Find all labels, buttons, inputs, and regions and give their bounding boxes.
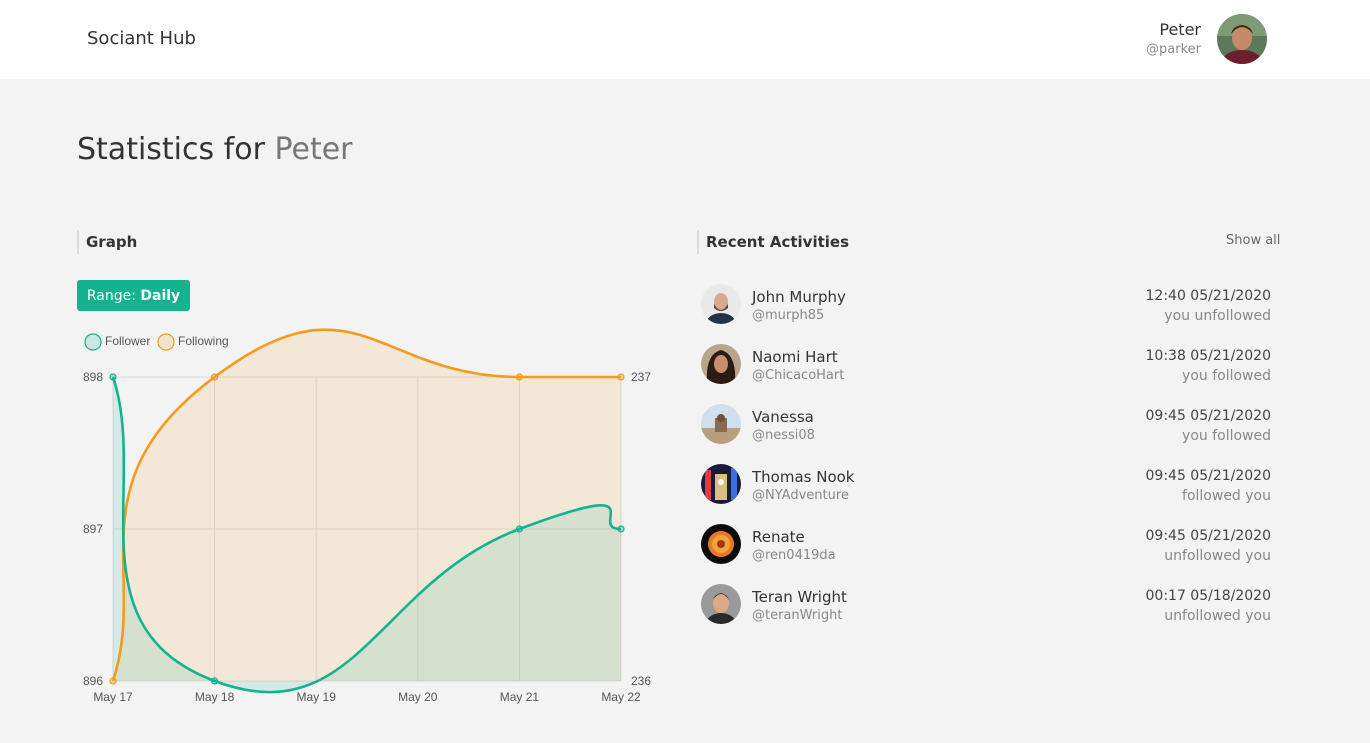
activity-handle: @nessi08 [752, 428, 815, 443]
x-tick-label: May 21 [500, 690, 540, 704]
user-name: Peter [1159, 20, 1201, 39]
activity-avatar [701, 404, 741, 444]
user-info[interactable]: Peter @parker [1146, 20, 1201, 60]
legend-marker [157, 333, 175, 351]
activity-time: 09:45 05/21/2020 [1145, 408, 1272, 424]
activity-time: 00:17 05/18/2020 [1145, 588, 1272, 604]
page-title-name: Peter [274, 132, 353, 167]
data-point-following [515, 373, 523, 381]
range-label: Range: [86, 287, 136, 304]
data-point-following [211, 373, 219, 381]
activity-avatar [701, 584, 741, 624]
activity-time: 10:38 05/21/2020 [1145, 348, 1272, 364]
activity-item[interactable]: Vanessa @nessi08 09:45 05/21/2020 you fo… [701, 402, 1273, 446]
y-left-tick-label: 896 [83, 674, 103, 688]
activity-action: you followed [1182, 368, 1271, 384]
graph-heading: Graph [77, 230, 137, 254]
x-tick-label: May 17 [93, 690, 133, 704]
x-tick-label: May 18 [195, 690, 235, 704]
activity-action: followed you [1182, 488, 1271, 504]
data-point-following [109, 677, 117, 685]
brand-logo[interactable]: Sociant Hub [87, 28, 196, 49]
legend-marker [84, 333, 102, 351]
activity-avatar [701, 524, 741, 564]
activity-name[interactable]: Teran Wright [752, 588, 847, 606]
statistics-chart: Follower Following 898 897 896 237 236 May 17 Ma… [83, 328, 651, 704]
activity-item[interactable]: Teran Wright @teranWright 00:17 05/18/20… [701, 582, 1273, 626]
y-left-tick-label: 898 [83, 370, 103, 384]
activity-handle: @teranWright [752, 608, 843, 623]
page-title: Statistics for Peter [77, 132, 353, 167]
x-tick-label: May 20 [398, 690, 438, 704]
show-all-link[interactable]: Show all [1226, 233, 1280, 248]
range-button[interactable]: Range: Daily [77, 280, 190, 311]
activity-name[interactable]: Naomi Hart [752, 348, 838, 366]
data-point-follower [211, 677, 219, 685]
activity-action: unfollowed you [1164, 608, 1271, 624]
data-point-follower [617, 525, 625, 533]
page-title-prefix: Statistics for [77, 132, 265, 167]
y-left-tick-label: 897 [83, 522, 103, 536]
activity-name[interactable]: John Murphy [752, 288, 846, 306]
activity-avatar [701, 284, 741, 324]
activities-heading: Recent Activities [697, 230, 849, 254]
y-right-tick-label: 236 [631, 674, 651, 688]
activity-name[interactable]: Renate [752, 528, 805, 546]
activity-name[interactable]: Thomas Nook [752, 468, 855, 486]
activity-time: 09:45 05/21/2020 [1145, 528, 1272, 544]
activity-action: you followed [1182, 428, 1271, 444]
activity-handle: @ren0419da [752, 548, 836, 563]
activity-item[interactable]: Naomi Hart @ChicacoHart 10:38 05/21/2020… [701, 342, 1273, 386]
avatar-image [1217, 14, 1267, 64]
legend-label: Follower [105, 334, 150, 348]
activity-avatar [701, 464, 741, 504]
activity-time: 09:45 05/21/2020 [1145, 468, 1272, 484]
activity-name[interactable]: Vanessa [752, 408, 814, 426]
activity-action: you unfollowed [1164, 308, 1271, 324]
top-bar: Sociant Hub Peter @parker [0, 0, 1370, 79]
user-avatar[interactable] [1217, 14, 1267, 64]
activity-item[interactable]: John Murphy @murph85 12:40 05/21/2020 yo… [701, 282, 1273, 326]
x-tick-label: May 19 [297, 690, 337, 704]
data-point-follower [109, 373, 117, 381]
range-value: Daily [140, 287, 181, 304]
x-tick-label: May 22 [601, 690, 641, 704]
activity-avatar [701, 344, 741, 384]
activity-handle: @ChicacoHart [752, 368, 845, 383]
user-handle: @parker [1146, 42, 1201, 57]
legend-label: Following [178, 334, 229, 348]
activity-time: 12:40 05/21/2020 [1145, 288, 1272, 304]
data-point-follower [515, 525, 523, 533]
activity-action: unfollowed you [1164, 548, 1271, 564]
activity-item[interactable]: Renate @ren0419da 09:45 05/21/2020 unfol… [701, 522, 1273, 566]
activity-handle: @NYAdventure [752, 488, 849, 503]
activity-item[interactable]: Thomas Nook @NYAdventure 09:45 05/21/202… [701, 462, 1273, 506]
data-point-following [617, 373, 625, 381]
activity-handle: @murph85 [752, 308, 825, 323]
y-right-tick-label: 237 [631, 370, 651, 384]
